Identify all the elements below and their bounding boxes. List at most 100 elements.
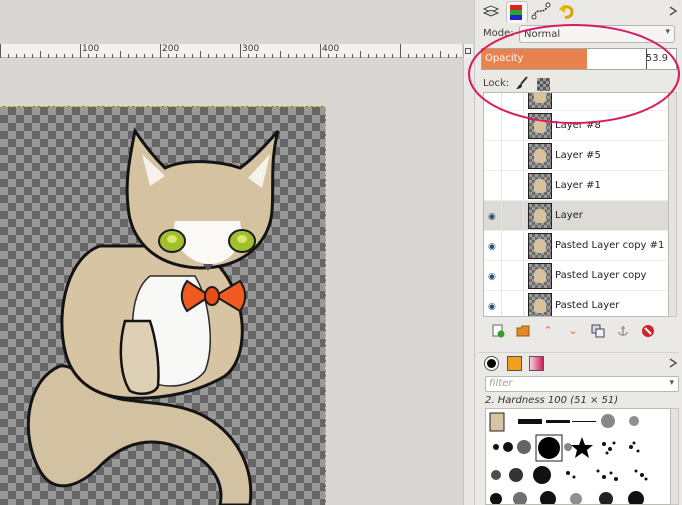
dock-tab-bar bbox=[475, 0, 682, 24]
ruler-tick bbox=[440, 51, 441, 58]
ruler-tick bbox=[248, 54, 249, 58]
ruler-tick bbox=[352, 54, 353, 58]
layer-thumbnail bbox=[528, 203, 552, 229]
ruler-label: 100 bbox=[82, 44, 100, 54]
dock-menu-button[interactable] bbox=[667, 4, 679, 18]
brush-filter-input[interactable]: filter ▾ bbox=[485, 376, 679, 392]
duplicate-layer-button[interactable] bbox=[591, 324, 605, 338]
ruler-tick bbox=[320, 44, 321, 58]
mode-select[interactable]: Normal ▾ bbox=[519, 25, 675, 43]
ruler-tick bbox=[216, 54, 217, 58]
vertical-scrollbar[interactable] bbox=[463, 58, 474, 505]
layer-link-toggle[interactable] bbox=[502, 231, 524, 261]
layer-thumbnail bbox=[528, 293, 552, 316]
layer-row[interactable]: ◉ Pasted Layer copy bbox=[484, 261, 668, 291]
chevron-down-icon: ▾ bbox=[669, 378, 674, 388]
horizontal-ruler: 100 200 300 400 bbox=[0, 44, 462, 58]
layer-link-toggle[interactable] bbox=[502, 93, 524, 111]
layers-icon bbox=[482, 5, 500, 17]
opacity-label: Opacity bbox=[485, 53, 524, 64]
delete-layer-button[interactable] bbox=[641, 324, 655, 338]
layer-visibility-toggle[interactable] bbox=[484, 141, 502, 171]
layer-row[interactable]: Layer #1 bbox=[484, 171, 668, 201]
lock-alpha-toggle[interactable] bbox=[537, 78, 550, 91]
layer-name[interactable]: Pasted Layer bbox=[555, 300, 619, 311]
layer-visibility-toggle[interactable]: ◉ bbox=[484, 261, 502, 291]
layers-tab[interactable] bbox=[481, 1, 503, 23]
patterns-tab[interactable] bbox=[507, 356, 522, 371]
raise-layer-button[interactable]: ⌃ bbox=[541, 324, 555, 338]
ruler-tick bbox=[344, 54, 345, 58]
opacity-value[interactable]: 53.9 bbox=[646, 53, 668, 64]
layer-visibility-toggle[interactable] bbox=[484, 93, 502, 111]
ruler-tick bbox=[48, 54, 49, 58]
ruler-label: 200 bbox=[162, 44, 180, 54]
brush-tab-bar bbox=[479, 352, 679, 372]
layer-visibility-toggle[interactable] bbox=[484, 171, 502, 201]
layer-link-toggle[interactable] bbox=[502, 261, 524, 291]
brush-menu-button[interactable] bbox=[667, 356, 679, 370]
new-layer-button[interactable] bbox=[491, 324, 505, 338]
navigate-icon bbox=[465, 48, 471, 54]
layer-row[interactable]: Layer #5 bbox=[484, 141, 668, 171]
ruler-tick bbox=[112, 54, 113, 58]
layer-name[interactable]: Pasted Layer copy bbox=[555, 270, 646, 281]
layer-link-toggle[interactable] bbox=[502, 111, 524, 141]
layer-link-toggle[interactable] bbox=[502, 201, 524, 231]
paths-icon bbox=[531, 2, 551, 20]
ruler-tick bbox=[16, 54, 17, 58]
layer-link-toggle[interactable] bbox=[502, 141, 524, 171]
layer-visibility-toggle[interactable]: ◉ bbox=[484, 231, 502, 261]
lower-layer-button[interactable]: ⌄ bbox=[566, 324, 580, 338]
ruler-tick bbox=[312, 54, 313, 58]
ruler-tick bbox=[208, 54, 209, 58]
layer-row[interactable] bbox=[484, 93, 668, 111]
gradients-tab[interactable] bbox=[529, 356, 544, 371]
layer-visibility-toggle[interactable]: ◉ bbox=[484, 201, 502, 231]
ruler-tick bbox=[456, 54, 457, 58]
ruler-label: 400 bbox=[322, 44, 340, 54]
paths-tab[interactable] bbox=[531, 1, 553, 23]
ruler-tick bbox=[224, 54, 225, 58]
brush-grid[interactable] bbox=[485, 408, 671, 505]
brushes-tab[interactable] bbox=[485, 357, 498, 370]
layer-name[interactable]: Layer #1 bbox=[555, 180, 601, 191]
layers-list[interactable]: Layer #8 Layer #5 Layer #1 ◉ Layer ◉ Pasted La… bbox=[483, 92, 669, 317]
layer-row[interactable]: ◉ Pasted Layer bbox=[484, 291, 668, 316]
layer-name[interactable]: Layer #8 bbox=[555, 120, 601, 131]
channels-icon bbox=[510, 5, 522, 20]
layer-visibility-toggle[interactable]: ◉ bbox=[484, 291, 502, 316]
ruler-tick bbox=[376, 54, 377, 58]
layer-link-toggle[interactable] bbox=[502, 291, 524, 316]
navigate-image-button[interactable] bbox=[463, 44, 473, 58]
opacity-slider[interactable]: Opacity 53.9 bbox=[481, 48, 677, 70]
anchor-layer-button[interactable] bbox=[616, 324, 630, 338]
image-canvas-area[interactable]: 100 200 300 400 bbox=[0, 0, 474, 505]
layer-name[interactable]: Layer #5 bbox=[555, 150, 601, 161]
ruler-tick bbox=[176, 54, 177, 58]
ruler-tick bbox=[272, 54, 273, 58]
layer-link-toggle[interactable] bbox=[502, 171, 524, 201]
lock-pixels-toggle[interactable] bbox=[515, 76, 529, 90]
layer-visibility-toggle[interactable] bbox=[484, 111, 502, 141]
new-layer-group-button[interactable] bbox=[516, 324, 530, 338]
ruler-tick bbox=[192, 54, 193, 58]
undo-history-tab[interactable] bbox=[556, 1, 578, 23]
layer-name[interactable]: Pasted Layer copy #1 bbox=[555, 240, 664, 251]
eye-icon: ◉ bbox=[488, 272, 496, 282]
selected-brush-name: 2. Hardness 100 (51 × 51) bbox=[485, 395, 619, 406]
layers-scrollbar[interactable] bbox=[669, 92, 677, 317]
layer-buttons-bar: ⌃ ⌄ bbox=[483, 322, 677, 342]
ruler-tick bbox=[80, 44, 81, 58]
ruler-tick bbox=[144, 54, 145, 58]
layer-row[interactable]: ◉ Layer bbox=[484, 201, 668, 231]
layer-row[interactable]: Layer #8 bbox=[484, 111, 668, 141]
channels-tab[interactable] bbox=[506, 1, 528, 23]
lock-row: Lock: bbox=[481, 76, 677, 92]
tab-menu-icon bbox=[669, 6, 678, 16]
folder-icon bbox=[516, 325, 530, 337]
layer-row[interactable]: ◉ Pasted Layer copy #1 bbox=[484, 231, 668, 261]
ruler-tick bbox=[128, 54, 129, 58]
brush-scrollbar[interactable] bbox=[671, 408, 679, 505]
layer-name[interactable]: Layer bbox=[555, 210, 583, 221]
